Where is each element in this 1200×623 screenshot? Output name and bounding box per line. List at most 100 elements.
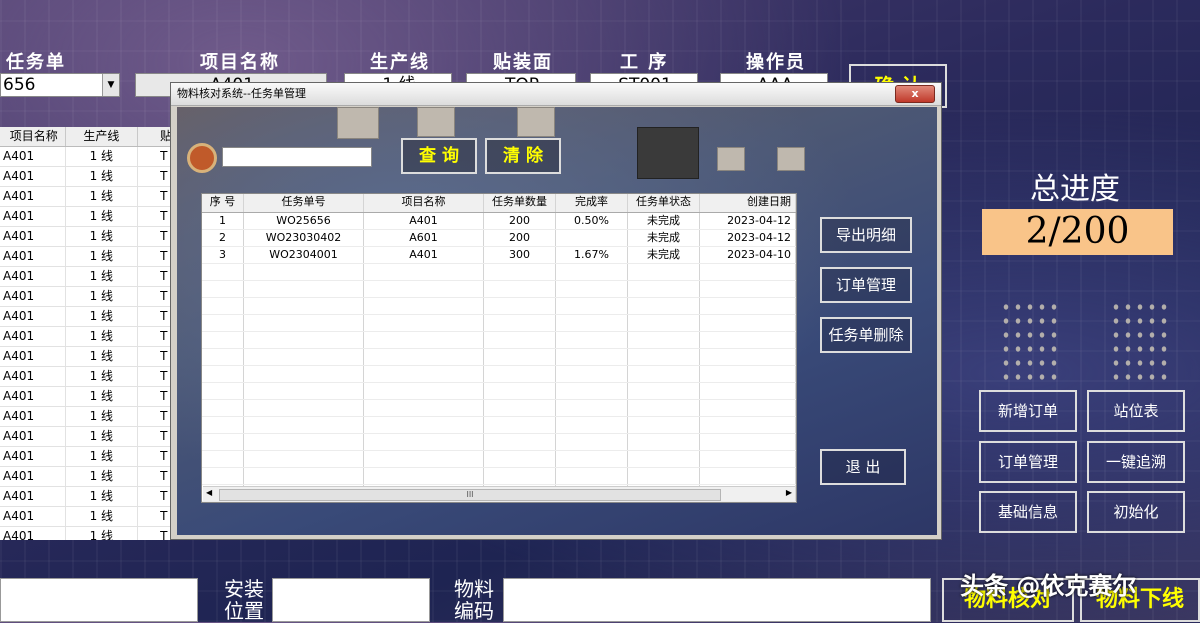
table-row[interactable]: A401 1 线T (0, 327, 175, 347)
grid-empty-row[interactable] (202, 366, 796, 383)
task-search-input[interactable] (222, 147, 372, 167)
table-row[interactable]: A401 1 线T (0, 367, 175, 387)
table-cell: 1 线 (66, 507, 139, 526)
grid-empty-row[interactable] (202, 383, 796, 400)
table-row[interactable]: A401 1 线T (0, 247, 175, 267)
grid-cell: 0.50% (556, 213, 628, 229)
table-row[interactable]: A401 1 线T (0, 287, 175, 307)
line-label: 生产线 (370, 52, 430, 73)
install-position-input[interactable] (272, 578, 430, 622)
task-select-value: 656 (3, 75, 36, 95)
material-code-input[interactable] (503, 578, 931, 622)
scroll-thumb[interactable]: III (219, 489, 721, 501)
grid-empty-row[interactable] (202, 451, 796, 468)
chevron-down-icon[interactable]: ▼ (102, 74, 119, 96)
grid-cell: 2023-04-10 (700, 247, 796, 263)
grid-empty-row[interactable] (202, 417, 796, 434)
grid-cell (556, 417, 628, 433)
grid-cell (484, 315, 556, 331)
grid-cell (364, 417, 484, 433)
grid-empty-row[interactable] (202, 434, 796, 451)
grid-empty-row[interactable] (202, 349, 796, 366)
task-grid-header: 序 号 任务单号 项目名称 任务单数量 完成率 任务单状态 创建日期 (202, 194, 796, 213)
table-row[interactable]: A401 1 线T (0, 307, 175, 327)
table-row[interactable]: A401 1 线T (0, 267, 175, 287)
grid-cell (556, 400, 628, 416)
dialog-order-management-button[interactable]: 订单管理 (820, 267, 912, 303)
clear-button[interactable]: 清 除 (485, 138, 561, 174)
grid-row[interactable]: 3 WO2304001 A401 300 1.67% 未完成 2023-04-10 (202, 247, 796, 264)
table-row[interactable]: A401 1 线T (0, 427, 175, 447)
table-cell: 1 线 (66, 427, 139, 446)
grid-cell (628, 400, 700, 416)
scroll-right-icon[interactable]: ▶ (786, 488, 792, 497)
grid-cell (700, 400, 796, 416)
query-button[interactable]: 查 询 (401, 138, 477, 174)
grid-cell (700, 434, 796, 450)
material-code-label: 物料编码 (454, 577, 494, 623)
table-row[interactable]: A401 1 线T (0, 527, 175, 540)
close-icon[interactable]: x (895, 85, 935, 103)
table-row[interactable]: A401 1 线T (0, 147, 175, 167)
table-row[interactable]: A401 1 线T (0, 387, 175, 407)
grid-cell (364, 383, 484, 399)
grid-empty-row[interactable] (202, 298, 796, 315)
grid-cell (364, 434, 484, 450)
grid-row[interactable]: 1 WO25656 A401 200 0.50% 未完成 2023-04-12 (202, 213, 796, 230)
table-cell: A401 (0, 147, 66, 166)
grid-col-created: 创建日期 (700, 194, 796, 212)
table-row[interactable]: A401 1 线T (0, 347, 175, 367)
table-row[interactable]: A401 1 线T (0, 207, 175, 227)
table-cell: A401 (0, 527, 66, 540)
table-row[interactable]: A401 1 线T (0, 167, 175, 187)
delete-task-button[interactable]: 任务单删除 (820, 317, 912, 353)
scroll-left-icon[interactable]: ◀ (206, 488, 212, 497)
task-select[interactable]: 656 ▼ (0, 73, 120, 97)
table-cell: A401 (0, 287, 66, 306)
grid-cell (556, 349, 628, 365)
grid-empty-row[interactable] (202, 281, 796, 298)
grid-empty-row[interactable] (202, 468, 796, 485)
exit-button[interactable]: 退 出 (820, 449, 906, 485)
col-project-header: 项目名称 (0, 127, 66, 146)
one-click-trace-button[interactable]: 一键追溯 (1087, 441, 1185, 483)
task-list-header: 项目名称 生产线 贴 (0, 127, 175, 147)
grid-empty-row[interactable] (202, 332, 796, 349)
table-row[interactable]: A401 1 线T (0, 467, 175, 487)
grid-horizontal-scrollbar[interactable]: ◀ III ▶ (203, 486, 795, 501)
table-cell: 1 线 (66, 167, 139, 186)
order-management-button[interactable]: 订单管理 (979, 441, 1077, 483)
station-table-button[interactable]: 站位表 (1087, 390, 1185, 432)
grid-cell (244, 281, 364, 297)
table-cell: 1 线 (66, 287, 139, 306)
grid-cell (364, 315, 484, 331)
grid-cell: WO2304001 (244, 247, 364, 263)
table-cell: 1 线 (66, 467, 139, 486)
grid-row[interactable]: 2 WO23030402 A601 200 未完成 2023-04-12 (202, 230, 796, 247)
grid-empty-row[interactable] (202, 264, 796, 281)
grid-cell: 2023-04-12 (700, 230, 796, 246)
table-row[interactable]: A401 1 线T (0, 187, 175, 207)
grid-empty-row[interactable] (202, 400, 796, 417)
grid-cell (556, 366, 628, 382)
table-row[interactable]: A401 1 线T (0, 407, 175, 427)
initialize-button[interactable]: 初始化 (1087, 491, 1185, 533)
grid-col-index: 序 号 (202, 194, 244, 212)
progress-value: 2/200 (982, 209, 1173, 255)
grid-cell (628, 349, 700, 365)
basic-info-button[interactable]: 基础信息 (979, 491, 1077, 533)
table-row[interactable]: A401 1 线T (0, 227, 175, 247)
table-row[interactable]: A401 1 线T (0, 487, 175, 507)
grid-cell (202, 366, 244, 382)
scan-input[interactable] (0, 578, 198, 622)
grid-cell (628, 264, 700, 280)
grid-cell (202, 349, 244, 365)
new-order-button[interactable]: 新增订单 (979, 390, 1077, 432)
table-row[interactable]: A401 1 线T (0, 447, 175, 467)
grid-empty-row[interactable] (202, 315, 796, 332)
export-details-button[interactable]: 导出明细 (820, 217, 912, 253)
table-row[interactable]: A401 1 线T (0, 507, 175, 527)
grid-cell (628, 298, 700, 314)
grid-cell: 2023-04-12 (700, 213, 796, 229)
grid-cell (244, 264, 364, 280)
